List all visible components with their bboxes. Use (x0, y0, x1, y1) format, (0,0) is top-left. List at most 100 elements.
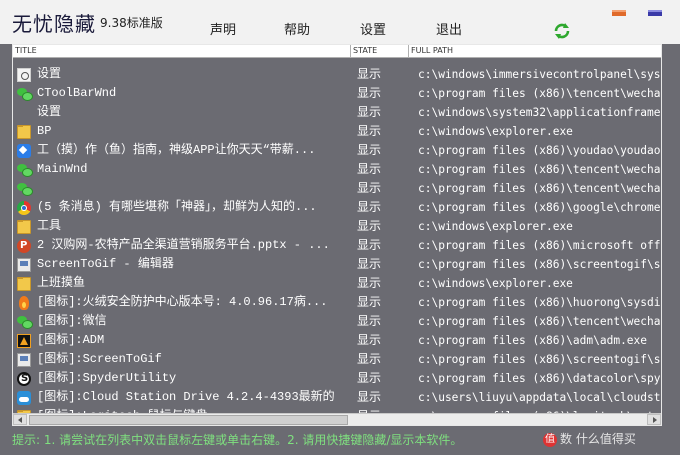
youdao-icon (17, 144, 31, 158)
column-header-state[interactable]: STATE (351, 45, 409, 57)
row-state: 显示 (357, 200, 382, 214)
row-state: 显示 (357, 295, 382, 309)
row-title: 工具 (37, 219, 62, 233)
table-row[interactable]: 显示 c:\program files (x86)\tencent\wechat (13, 179, 662, 198)
horizontal-scrollbar[interactable] (13, 413, 661, 425)
row-full-path: c:\program files (x86)\microsoft offi (418, 239, 662, 252)
settings-icon (17, 68, 31, 82)
window-list[interactable]: TITLE STATE FULL PATH 设置 显示 c:\windows\imm… (12, 44, 662, 426)
row-title: CToolBarWnd (37, 86, 117, 100)
wechat-icon (17, 182, 33, 196)
row-state: 显示 (357, 162, 382, 176)
close-icon[interactable] (648, 10, 662, 16)
menu-statement[interactable]: 声明 (210, 19, 236, 38)
row-title (37, 179, 359, 198)
wechat-icon (17, 163, 33, 177)
row-full-path: c:\program files (x86)\screentogif\sc (418, 258, 662, 271)
table-row[interactable]: 设置 显示 c:\windows\system32\applicationframe… (13, 103, 661, 122)
row-full-path: c:\windows\explorer.exe (418, 277, 573, 290)
row-full-path: c:\program files (x86)\screentogif\sc (418, 353, 662, 366)
list-rows: 设置 显示 c:\windows\immersivecontrolpanel\sys… (13, 65, 662, 425)
row-state: 显示 (357, 124, 382, 138)
row-state: 显示 (357, 371, 382, 385)
row-state: 显示 (357, 143, 382, 157)
row-title: [图标]:SpyderUtility (37, 371, 177, 385)
table-row[interactable]: ScreenToGif - 编辑器 显示 c:\program files (x86… (13, 255, 662, 274)
row-full-path: c:\program files (x86)\datacolor\spyd (418, 372, 662, 385)
menu-help[interactable]: 帮助 (284, 19, 310, 38)
row-state: 显示 (357, 219, 382, 233)
table-row[interactable]: [图标]:火绒安全防护中心版本号: 4.0.96.17病... 显示 c:\prog… (13, 293, 662, 312)
folder-icon (17, 125, 31, 139)
row-state: 显示 (357, 257, 382, 271)
row-full-path: c:\program files (x86)\tencent\wechat (418, 182, 662, 195)
table-row[interactable]: 2 汉购网-农特产品全渠道营销服务平台.pptx - ... 显示 c:\progr… (13, 236, 662, 255)
row-title: [图标]:Cloud Station Drive 4.2.4-4393最新的 (37, 390, 335, 404)
row-title: MainWnd (37, 162, 88, 176)
minimize-icon[interactable] (612, 10, 626, 16)
table-row[interactable]: [图标]:ADM 显示 c:\program files (x86)\adm\adm… (13, 331, 661, 350)
row-title: 上班摸鱼 (37, 276, 86, 290)
menu-settings[interactable]: 设置 (360, 19, 386, 38)
menu-exit[interactable]: 退出 (436, 19, 462, 38)
title-bar: 无忧隐藏 9.38标准版 声明 帮助 设置 退出 (0, 0, 680, 44)
app-title: 无忧隐藏 (12, 12, 96, 36)
adm-icon (17, 334, 31, 348)
table-row[interactable]: [图标]:ScreenToGif 显示 c:\program files (x86)… (13, 350, 662, 369)
row-title: [图标]:ScreenToGif (37, 352, 162, 366)
app-version: 9.38标准版 (100, 16, 163, 30)
column-header-title[interactable]: TITLE (13, 45, 351, 57)
row-title: [图标]:ADM (37, 333, 105, 347)
row-full-path: c:\program files (x86)\huorong\sysdie (418, 296, 662, 309)
row-state: 显示 (357, 333, 382, 347)
row-state: 显示 (357, 67, 382, 81)
watermark-logo-icon: 值 (543, 432, 557, 447)
row-state: 显示 (357, 352, 382, 366)
vertical-scrollbar[interactable] (651, 58, 661, 414)
table-row[interactable]: [图标]:SpyderUtility 显示 c:\program files (x8… (13, 369, 662, 388)
table-row[interactable]: MainWnd 显示 c:\program files (x86)\tencent\… (13, 160, 661, 179)
table-row[interactable]: 工（摸）作（鱼）指南，神级APP让你天天“带薪... 显示 c:\program f… (13, 141, 661, 160)
scrollbar-thumb[interactable] (29, 415, 348, 425)
row-state: 显示 (357, 390, 382, 404)
footer-hint: 提示: 1. 请尝试在列表中双击鼠标左键或单击右键。2. 请用快捷键隐藏/显示本… (12, 433, 463, 447)
wechat-icon (17, 315, 33, 329)
table-row[interactable]: BP 显示 c:\windows\explorer.exe (13, 122, 661, 141)
folder-icon (17, 277, 31, 291)
row-full-path: c:\windows\explorer.exe (418, 220, 573, 233)
column-header-full-path[interactable]: FULL PATH (409, 45, 661, 57)
row-title: BP (37, 124, 52, 138)
row-state: 显示 (357, 105, 382, 119)
scroll-left-arrow-icon[interactable] (13, 414, 27, 425)
row-full-path: c:\windows\explorer.exe (418, 125, 573, 138)
row-state: 显示 (357, 314, 382, 328)
table-row[interactable]: CToolBarWnd 显示 c:\program files (x86)\tenc… (13, 84, 662, 103)
row-title: 工（摸）作（鱼）指南，神级APP让你天天“带薪... (37, 143, 316, 157)
table-row[interactable]: 工具 显示 c:\windows\explorer.exe (13, 217, 661, 236)
refresh-icon[interactable] (553, 22, 571, 40)
cloud-station-icon (17, 391, 31, 405)
table-row[interactable]: 设置 显示 c:\windows\immersivecontrolpanel\sys… (13, 65, 662, 84)
watermark: 值数 什么值得买 (543, 430, 680, 450)
row-full-path: c:\program files (x86)\tencent\wechat (418, 315, 662, 328)
row-state: 显示 (357, 86, 382, 100)
row-full-path: c:\program files (x86)\tencent\wechat (418, 87, 662, 100)
powerpoint-icon (17, 239, 31, 253)
monitor-icon (17, 353, 31, 367)
huorong-icon (17, 296, 31, 310)
row-full-path: c:\program files (x86)\adm\adm.exe (418, 334, 648, 347)
table-row[interactable]: [图标]:微信 显示 c:\program files (x86)\tencent\… (13, 312, 662, 331)
row-full-path: c:\users\liuyu\appdata\local\cloudst (418, 391, 661, 404)
wechat-icon (17, 87, 33, 101)
row-title: [图标]:火绒安全防护中心版本号: 4.0.96.17病... (37, 295, 328, 309)
list-header: TITLE STATE FULL PATH (13, 45, 661, 58)
row-title: 设置 (37, 67, 62, 81)
scroll-right-arrow-icon[interactable] (647, 414, 661, 425)
spyder-icon (17, 372, 31, 386)
watermark-text: 数 什么值得买 (560, 432, 636, 446)
row-title: [图标]:微信 (37, 314, 107, 328)
table-row[interactable]: 上班摸鱼 显示 c:\windows\explorer.exe (13, 274, 661, 293)
row-full-path: c:\windows\immersivecontrolpanel\syst (418, 68, 662, 81)
table-row[interactable]: (5 条消息) 有哪些堪称「神器」，却鲜为人知的... 显示 c:\program … (13, 198, 661, 217)
table-row[interactable]: [图标]:Cloud Station Drive 4.2.4-4393最新的 显示… (13, 388, 661, 407)
